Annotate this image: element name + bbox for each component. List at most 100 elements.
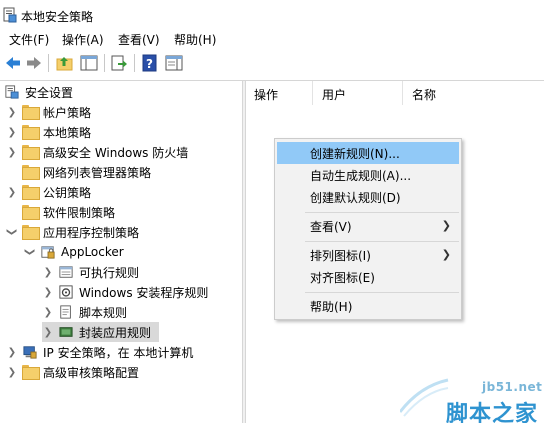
tree-label: 网络列表管理器策略 [43,165,152,180]
applocker-icon [41,246,55,259]
tree-item-advanced-audit[interactable]: ❯ 高级审核策略配置 [6,362,139,382]
installer-rules-icon [59,285,73,299]
column-divider[interactable] [402,81,403,105]
tree-label: 软件限制策略 [43,205,116,220]
show-hide-console-tree-icon[interactable] [80,54,98,72]
menu-help[interactable]: 帮助(H) [174,31,216,48]
tree-label: 封装应用规则 [79,325,152,340]
tree-item-software-restriction[interactable]: 软件限制策略 [6,202,115,222]
tree-item-network-list[interactable]: 网络列表管理器策略 [6,162,151,182]
folder-icon [22,225,40,240]
chevron-right-icon[interactable]: ❯ [6,146,18,158]
chevron-right-icon[interactable]: ❯ [42,326,54,338]
tree-item-ip-security[interactable]: ❯ IP 安全策略，在 本地计算机 [6,342,194,362]
folder-icon [22,365,40,380]
watermark-swoosh-icon [400,378,449,417]
packaged-app-rules-icon [59,327,73,337]
list-header: 操作 用户 名称 [246,81,544,105]
tree-item-firewall[interactable]: ❯ 高级安全 Windows 防火墙 [6,142,188,162]
chevron-right-icon[interactable]: ❯ [6,186,18,198]
tree-label: AppLocker [61,245,124,259]
chevron-right-icon[interactable]: ❯ [42,266,54,278]
tree-item-public-key[interactable]: ❯ 公钥策略 [6,182,91,202]
tree-label: Windows 安装程序规则 [79,285,209,300]
menu-item-arrange-icons[interactable]: 排列图标(I) ❯ [277,244,459,266]
menu-item-label: 自动生成规则(A)... [310,168,412,183]
submenu-arrow-icon: ❯ [441,248,451,261]
title-bar: 本地安全策略 [0,0,544,30]
up-folder-icon[interactable] [56,54,74,72]
menu-file[interactable]: 文件(F) [9,31,49,48]
console-tree[interactable]: 安全设置 ❯ 帐户策略 ❯ 本地策略 ❯ 高级安全 Windows 防火墙 网络… [0,81,242,423]
ip-security-icon [23,346,37,359]
tree-root[interactable]: 安全设置 [4,82,73,102]
tree-label: 高级审核策略配置 [43,365,140,380]
tree-label: 安全设置 [25,85,74,100]
menu-bar: 文件(F) 操作(A) 查看(V) 帮助(H) [0,30,544,50]
folder-lock-icon [22,105,40,120]
menu-item-label: 创建默认规则(D) [310,190,401,205]
menu-item-view[interactable]: 查看(V) ❯ [277,215,459,237]
help-icon[interactable]: ? [141,54,159,72]
menu-item-label: 查看(V) [310,219,352,234]
folder-icon [22,205,40,220]
menu-item-create-new-rule[interactable]: 创建新规则(N)... [277,142,459,164]
show-action-pane-icon[interactable] [165,54,183,72]
menu-separator [305,292,459,293]
context-menu: 创建新规则(N)... 自动生成规则(A)... 创建默认规则(D) 查看(V)… [274,138,462,320]
submenu-arrow-icon: ❯ [441,219,451,232]
tree-item-account-policies[interactable]: ❯ 帐户策略 [6,102,91,122]
folder-icon [22,165,40,180]
security-settings-icon [5,85,19,99]
menu-item-auto-generate-rules[interactable]: 自动生成规则(A)... [277,164,459,186]
column-header-name[interactable]: 名称 [412,86,436,103]
menu-item-line-up-icons[interactable]: 对齐图标(E) [277,266,459,288]
chevron-right-icon[interactable]: ❯ [42,286,54,298]
menu-action[interactable]: 操作(A) [62,31,104,48]
tree-item-script-rules[interactable]: ❯ 脚本规则 [42,302,127,322]
folder-icon [22,145,40,160]
watermark-url: jb51.net [482,380,543,394]
menu-view[interactable]: 查看(V) [118,31,160,48]
tree-label: 公钥策略 [43,185,92,200]
menu-separator [305,241,459,242]
tree-item-app-control[interactable]: ❯ 应用程序控制策略 [6,222,139,242]
tree-item-executable-rules[interactable]: ❯ 可执行规则 [42,262,139,282]
tree-item-installer-rules[interactable]: ❯ Windows 安装程序规则 [42,282,208,302]
menu-item-label: 对齐图标(E) [310,270,375,285]
chevron-right-icon[interactable]: ❯ [42,306,54,318]
tree-item-local-policies[interactable]: ❯ 本地策略 [6,122,91,142]
column-header-action[interactable]: 操作 [254,86,278,103]
tree-label: 脚本规则 [79,305,128,320]
tree-label: 本地策略 [43,125,92,140]
tree-label: 应用程序控制策略 [43,225,140,240]
toolbar-separator [48,54,49,72]
toolbar-separator [134,54,135,72]
back-icon[interactable] [4,54,22,72]
tree-label: 高级安全 Windows 防火墙 [43,145,189,160]
tree-label: 可执行规则 [79,265,140,280]
chevron-down-icon[interactable]: ❯ [24,246,36,258]
menu-item-help[interactable]: 帮助(H) [277,295,459,317]
forward-icon[interactable] [25,54,43,72]
executable-rules-icon [59,266,73,278]
folder-lock-icon [22,125,40,140]
chevron-right-icon[interactable]: ❯ [6,346,18,358]
column-header-user[interactable]: 用户 [322,86,346,103]
menu-item-label: 创建新规则(N)... [310,146,400,161]
local-security-policy-icon [3,7,17,23]
menu-item-label: 排列图标(I) [310,248,371,263]
menu-item-create-default-rules[interactable]: 创建默认规则(D) [277,186,459,208]
chevron-down-icon[interactable]: ❯ [6,226,18,238]
menu-item-label: 帮助(H) [310,299,353,314]
tree-item-applocker[interactable]: ❯ AppLocker [24,242,124,262]
chevron-right-icon[interactable]: ❯ [6,366,18,378]
watermark-brand: 脚本之家 [446,402,539,423]
svg-text:?: ? [146,57,153,71]
export-list-icon[interactable] [110,54,128,72]
chevron-right-icon[interactable]: ❯ [6,106,18,118]
tree-label: IP 安全策略，在 本地计算机 [43,345,194,360]
column-divider[interactable] [312,81,313,105]
tree-item-packaged-app-rules[interactable]: ❯ 封装应用规则 [42,322,159,342]
chevron-right-icon[interactable]: ❯ [6,126,18,138]
